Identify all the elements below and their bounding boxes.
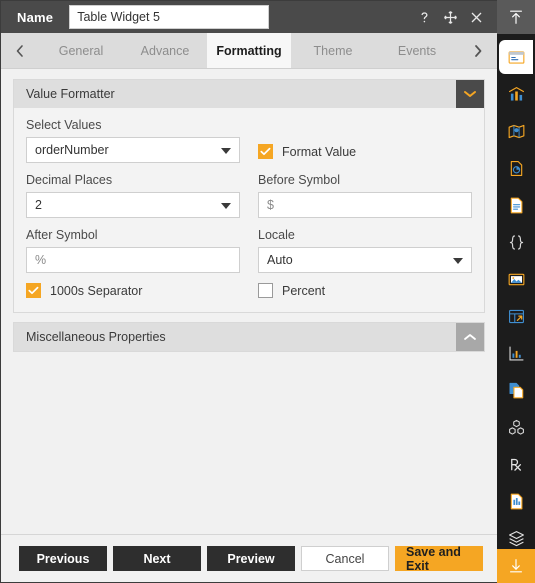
next-button[interactable]: Next <box>113 546 201 571</box>
cancel-button[interactable]: Cancel <box>301 546 389 571</box>
field-percent: Percent <box>258 283 472 298</box>
chevron-down-icon <box>221 203 231 209</box>
save-and-exit-button[interactable]: Save and Exit <box>395 545 483 573</box>
select-values-dropdown[interactable]: orderNumber <box>26 137 240 163</box>
field-format-value: Format Value <box>258 118 472 163</box>
before-symbol-label: Before Symbol <box>258 173 340 187</box>
tab-events[interactable]: Events <box>375 33 459 68</box>
format-value-checkbox-row[interactable]: Format Value <box>258 144 356 159</box>
dialog-footer: Previous Next Preview Cancel Save and Ex… <box>1 534 497 582</box>
tab-theme[interactable]: Theme <box>291 33 375 68</box>
percent-checkbox[interactable] <box>258 283 273 298</box>
collapse-up-icon[interactable] <box>497 0 535 34</box>
preview-button[interactable]: Preview <box>207 546 295 571</box>
chevron-up-icon[interactable] <box>456 323 484 351</box>
titlebar-actions <box>416 9 489 26</box>
rail-item-bar-chart[interactable] <box>501 77 531 111</box>
chevron-right-icon[interactable] <box>459 33 497 68</box>
misc-properties-header[interactable]: Miscellaneous Properties <box>14 323 484 351</box>
dialog-titlebar: Name <box>1 1 497 33</box>
rail-item-cubes[interactable] <box>501 410 531 444</box>
decimal-places-dropdown[interactable]: 2 <box>26 192 240 218</box>
previous-button[interactable]: Previous <box>19 546 107 571</box>
percent-checkbox-row[interactable]: Percent <box>258 283 472 298</box>
thousands-separator-label: 1000s Separator <box>50 283 143 298</box>
value-formatter-title: Value Formatter <box>26 87 115 101</box>
rail-item-image[interactable] <box>501 262 531 296</box>
rail-item-copy-document[interactable] <box>501 373 531 407</box>
misc-properties-title: Miscellaneous Properties <box>26 330 166 344</box>
misc-properties-section: Miscellaneous Properties <box>13 322 485 352</box>
widget-name-input[interactable] <box>69 5 270 29</box>
rail-item-widget-card[interactable] <box>499 40 533 74</box>
field-before-symbol: Before Symbol $ <box>258 173 472 218</box>
chevron-down-icon <box>453 258 463 264</box>
rail-item-line-chart[interactable] <box>501 336 531 370</box>
tab-bar: General Advance Formatting Theme Events <box>1 33 497 69</box>
percent-label: Percent <box>282 283 326 298</box>
value-formatter-header: Value Formatter <box>14 80 484 108</box>
rail-item-list <box>497 34 535 549</box>
locale-value: Auto <box>267 253 293 267</box>
rail-item-pie-document[interactable] <box>501 151 531 185</box>
chevron-down-icon <box>221 148 231 154</box>
rail-item-table-export[interactable] <box>501 299 531 333</box>
rail-item-document[interactable] <box>501 188 531 222</box>
field-locale: Locale Auto <box>258 228 472 273</box>
field-thousands-separator: 1000s Separator <box>26 283 240 298</box>
format-value-label: Format Value <box>282 144 357 159</box>
select-values-label: Select Values <box>26 118 102 132</box>
rail-item-report[interactable] <box>501 484 531 518</box>
locale-dropdown[interactable]: Auto <box>258 247 472 273</box>
download-icon[interactable] <box>497 549 535 583</box>
field-after-symbol: After Symbol % <box>26 228 240 273</box>
field-decimal-places: Decimal Places 2 <box>26 173 240 218</box>
dialog-body: Value Formatter Select Values orderNumbe… <box>1 69 497 534</box>
widget-settings-dialog: Name Table Widget 5 General Advance Form… <box>0 0 535 583</box>
after-symbol-label: After Symbol <box>26 228 98 242</box>
tab-general[interactable]: General <box>39 33 123 68</box>
rail-item-map[interactable] <box>501 114 531 148</box>
close-icon[interactable] <box>468 9 485 26</box>
value-formatter-body: Select Values orderNumber Format Value D… <box>14 108 484 312</box>
chevron-left-icon[interactable] <box>1 33 39 68</box>
after-symbol-value: % <box>35 253 47 267</box>
rail-item-code-braces[interactable] <box>501 225 531 259</box>
rail-item-layers[interactable] <box>501 521 531 549</box>
move-icon[interactable] <box>442 9 459 26</box>
name-label: Name <box>17 9 54 25</box>
tab-advance[interactable]: Advance <box>123 33 207 68</box>
row-select-values: Select Values orderNumber Format Value <box>26 118 472 163</box>
tab-formatting[interactable]: Formatting <box>207 33 291 68</box>
thousands-separator-checkbox-row[interactable]: 1000s Separator <box>26 283 240 298</box>
chevron-down-icon[interactable] <box>456 80 484 108</box>
decimal-places-value: 2 <box>35 198 42 212</box>
tab-list: General Advance Formatting Theme Events <box>39 33 459 68</box>
row-decimal-before: Decimal Places 2 Before Symbol $ <box>26 173 472 218</box>
before-symbol-value: $ <box>267 198 274 212</box>
after-symbol-input[interactable]: % <box>26 247 240 273</box>
thousands-separator-checkbox[interactable] <box>26 283 41 298</box>
value-formatter-section: Value Formatter Select Values orderNumbe… <box>13 79 485 313</box>
format-value-checkbox[interactable] <box>258 144 273 159</box>
row-after-locale: After Symbol % Locale Auto <box>26 228 472 273</box>
right-icon-rail <box>497 0 535 583</box>
decimal-places-label: Decimal Places <box>26 173 113 187</box>
rail-item-prescription[interactable] <box>501 447 531 481</box>
dialog-main-column: Name Table Widget 5 General Advance Form… <box>0 0 497 583</box>
row-checkboxes: 1000s Separator Percent <box>26 283 472 298</box>
before-symbol-input[interactable]: $ <box>258 192 472 218</box>
question-mark-icon[interactable] <box>416 9 433 26</box>
locale-label: Locale <box>258 228 295 242</box>
select-values-value: orderNumber <box>35 143 109 157</box>
field-select-values: Select Values orderNumber <box>26 118 240 163</box>
